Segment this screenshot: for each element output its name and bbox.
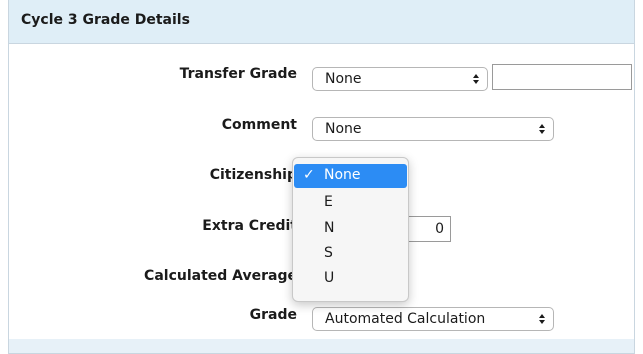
citizenship-option-e[interactable]: E [294,191,407,215]
panel-footer [9,339,634,353]
up-down-arrows-icon [539,124,545,134]
option-label: U [324,270,335,286]
comment-value: None [325,121,362,137]
transfer-grade-value: None [325,71,362,87]
grade-value: Automated Calculation [325,311,486,327]
citizenship-option-none[interactable]: ✓ None [294,164,407,188]
panel-header: Cycle 3 Grade Details [9,0,634,44]
comment-label: Comment [221,117,297,133]
transfer-grade-select[interactable]: None [312,67,488,91]
up-down-arrows-icon [539,314,545,324]
extra-credit-label: Extra Credit [202,218,297,234]
citizenship-dropdown-menu: ✓ None E N S U [292,157,409,302]
grade-select[interactable]: Automated Calculation [312,307,554,331]
option-label: N [324,220,335,236]
citizenship-option-u[interactable]: U [294,267,407,291]
up-down-arrows-icon [473,74,479,84]
option-label: E [324,194,333,210]
transfer-grade-label: Transfer Grade [179,66,297,82]
panel-title: Cycle 3 Grade Details [21,12,190,28]
extra-credit-value: 0 [435,221,444,237]
citizenship-option-n[interactable]: N [294,217,407,241]
comment-select[interactable]: None [312,117,554,141]
citizenship-option-s[interactable]: S [294,242,407,266]
checkmark-icon: ✓ [303,167,315,183]
option-label: None [324,167,361,183]
grade-label: Grade [249,307,297,323]
calculated-average-label: Calculated Average [144,268,297,284]
citizenship-label: Citizenship [209,167,297,183]
transfer-grade-text-input[interactable] [492,64,632,90]
option-label: S [324,245,333,261]
